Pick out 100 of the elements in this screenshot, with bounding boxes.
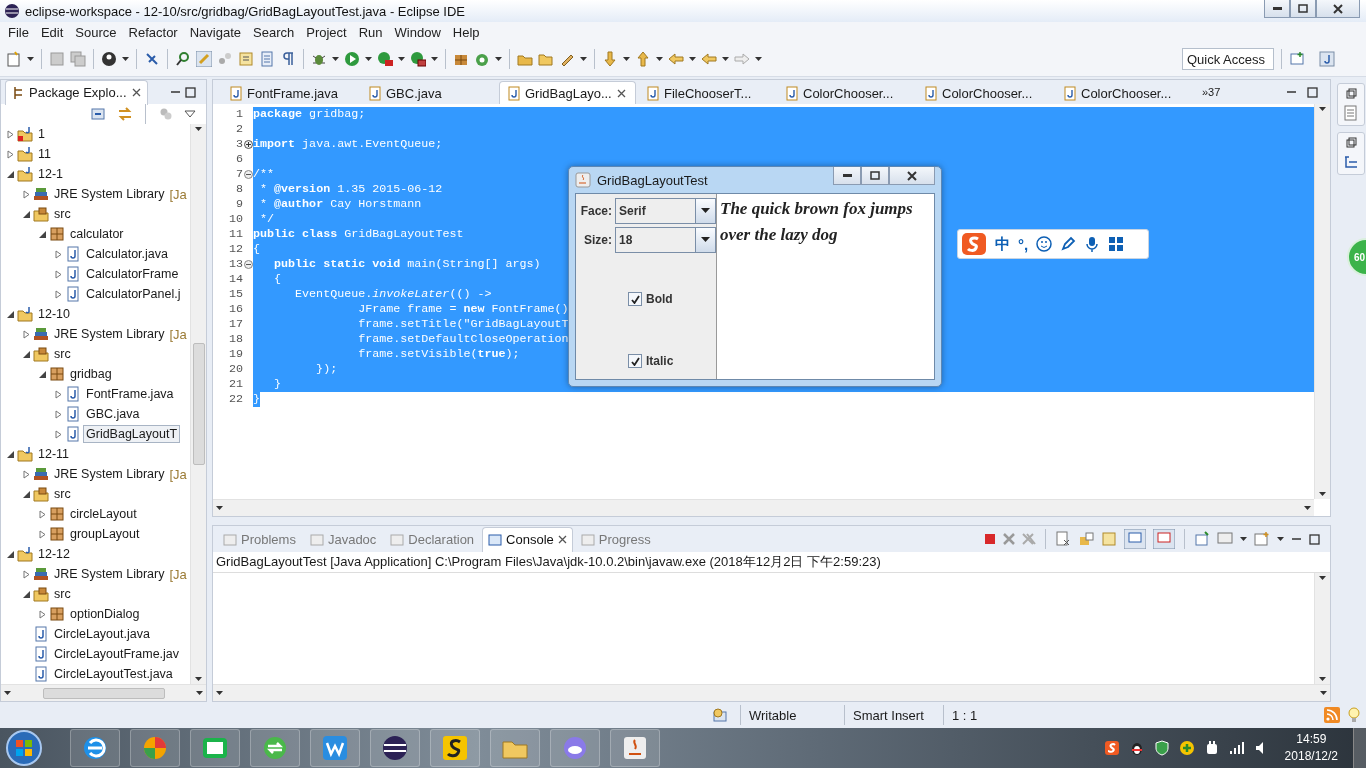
collapsed-arrow-icon[interactable] <box>54 409 63 419</box>
view-tab[interactable]: Problems <box>217 526 302 552</box>
size-dropdown[interactable]: 18 <box>615 226 716 253</box>
menu-item[interactable]: Source <box>69 24 123 40</box>
dropdown-caret-icon[interactable] <box>623 57 630 61</box>
dropdown-caret-icon[interactable] <box>1320 691 1327 695</box>
menu-item[interactable]: Navigate <box>183 24 247 40</box>
tree-item[interactable]: src <box>51 585 74 603</box>
dropdown-caret-icon[interactable] <box>722 57 729 61</box>
ime-mode[interactable]: 中 <box>995 234 1010 254</box>
pilcrow-icon[interactable] <box>280 51 296 67</box>
dropdown-caret-icon[interactable] <box>332 57 339 61</box>
more-tabs[interactable]: »37 <box>1202 86 1221 98</box>
smiley-icon[interactable] <box>1036 236 1053 252</box>
dropdown-caret-icon[interactable] <box>398 57 405 61</box>
sogou-logo-icon[interactable] <box>961 232 987 256</box>
dropdown-caret-icon[interactable] <box>216 506 223 510</box>
maximize-icon[interactable] <box>185 86 196 98</box>
collapsed-arrow-icon[interactable] <box>6 149 15 159</box>
tree-item[interactable]: 12-1 <box>35 165 67 183</box>
coverage-run-icon[interactable] <box>377 51 393 67</box>
maximize-icon[interactable] <box>1307 86 1318 98</box>
package-explorer-tab[interactable]: Package Explo... <box>5 79 148 105</box>
dropdown-caret-icon[interactable] <box>1319 492 1326 496</box>
collapsed-arrow-icon[interactable] <box>54 289 63 299</box>
close-button[interactable] <box>1316 0 1360 18</box>
horizontal-scrollbar[interactable] <box>1 684 206 701</box>
checkbox[interactable] <box>628 292 642 306</box>
menu-item[interactable]: Help <box>446 24 486 40</box>
tree-item[interactable]: 12-10 <box>35 305 73 323</box>
minimize-button[interactable] <box>833 167 861 185</box>
plus-circle-icon[interactable] <box>1178 740 1195 756</box>
expanded-arrow-icon[interactable] <box>22 589 31 599</box>
outline-icon[interactable] <box>1343 154 1359 170</box>
show-on-error-icon[interactable] <box>1153 529 1175 549</box>
tree-item[interactable]: Calculator.java <box>83 245 171 263</box>
tree-item[interactable]: JRE System Library <box>51 565 168 583</box>
shield-icon[interactable] <box>1153 740 1170 756</box>
expanded-arrow-icon[interactable] <box>6 169 15 179</box>
view-tab[interactable]: Console <box>482 526 573 552</box>
horizontal-scrollbar[interactable] <box>213 499 1314 516</box>
tree-item[interactable]: JRE System Library <box>51 465 168 483</box>
dropdown-caret-icon[interactable] <box>4 691 11 695</box>
grid-icon[interactable] <box>1108 236 1125 252</box>
close-icon[interactable] <box>616 88 626 98</box>
collapsed-arrow-icon[interactable] <box>22 189 31 199</box>
minimize-button[interactable] <box>1264 0 1290 18</box>
collapsed-arrow-icon[interactable] <box>54 269 63 279</box>
expanded-arrow-icon[interactable] <box>22 489 31 499</box>
start-orb-icon[interactable] <box>4 729 44 767</box>
sogou-tray-icon[interactable] <box>1103 740 1120 756</box>
tree-item[interactable]: CircleLayout.java <box>51 625 153 643</box>
down-arrow-icon[interactable] <box>602 51 618 67</box>
dropdown-caret-icon[interactable] <box>689 57 696 61</box>
close-icon[interactable] <box>131 88 141 97</box>
expanded-arrow-icon[interactable] <box>22 349 31 359</box>
dropdown-caret-icon[interactable] <box>365 57 372 61</box>
maximize-icon[interactable] <box>1309 533 1320 545</box>
menu-item[interactable]: Edit <box>34 24 70 40</box>
editor-tab[interactable]: FileChooserT... <box>638 81 775 104</box>
java-perspective-icon[interactable] <box>1319 51 1335 67</box>
tree-item[interactable]: 12-11 <box>35 445 73 463</box>
expanded-arrow-icon[interactable] <box>6 549 15 559</box>
up-arrow-icon[interactable] <box>635 51 651 67</box>
maximize-button[interactable] <box>861 167 889 185</box>
menu-item[interactable]: Search <box>247 24 301 40</box>
collapsed-arrow-icon[interactable] <box>38 609 47 619</box>
collapsed-arrow-icon[interactable] <box>38 509 47 519</box>
view-tab[interactable]: Progress <box>574 526 657 552</box>
expanded-arrow-icon[interactable] <box>38 229 47 239</box>
taskbar-app-button[interactable] <box>430 729 480 767</box>
scroll-lock-icon[interactable] <box>1078 531 1094 547</box>
collapsed-arrow-icon[interactable] <box>54 389 63 399</box>
left-arrow-icon[interactable] <box>701 51 717 67</box>
tree-item[interactable]: CircleLayoutTest.java <box>51 665 176 683</box>
editor-tab[interactable]: GridBagLayo... <box>499 81 636 104</box>
show-on-output-icon[interactable] <box>1124 529 1146 549</box>
tree-item[interactable]: optionDialog <box>67 605 143 623</box>
tree-item[interactable]: src <box>51 205 74 223</box>
collapse-all-icon[interactable] <box>91 106 107 122</box>
tree-item[interactable]: JRE System Library <box>51 185 168 203</box>
tree-item[interactable]: CalculatorFrame <box>83 265 182 283</box>
tree-item[interactable]: 1 <box>35 125 48 143</box>
menu-item[interactable]: Window <box>388 24 447 40</box>
collapse-fold-icon[interactable] <box>244 260 253 269</box>
dropdown-caret-icon[interactable] <box>1240 537 1247 541</box>
restore-icon[interactable] <box>1345 137 1357 148</box>
collapsed-arrow-icon[interactable] <box>22 329 31 339</box>
scrollbar-thumb[interactable] <box>192 343 205 465</box>
expanded-arrow-icon[interactable] <box>38 369 47 379</box>
menu-item[interactable]: Run <box>352 24 389 40</box>
tree-item[interactable]: GBC.java <box>83 405 143 423</box>
pin-console-icon[interactable] <box>1194 531 1210 547</box>
horizontal-scrollbar[interactable] <box>213 684 1330 701</box>
editor-tab[interactable]: ColorChooser... <box>1055 81 1192 104</box>
restore-icon[interactable] <box>1345 88 1357 99</box>
clear-console-icon[interactable] <box>1055 531 1071 547</box>
collapsed-arrow-icon[interactable] <box>54 429 63 439</box>
collapsed-arrow-icon[interactable] <box>38 529 47 539</box>
stop-icon[interactable] <box>984 533 996 545</box>
